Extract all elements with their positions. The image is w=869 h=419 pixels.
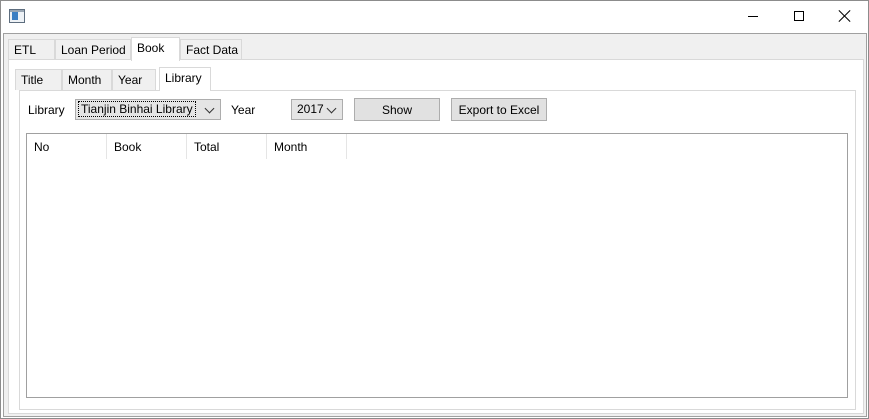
column-header-book[interactable]: Book — [107, 134, 187, 159]
tab-label: Title — [21, 73, 44, 87]
export-button-label: Export to Excel — [458, 102, 540, 117]
client-area: ETL Loan Period Book Fact Data Title Mon… — [3, 33, 867, 417]
column-header-no[interactable]: No — [27, 134, 107, 159]
tab-library[interactable]: Library — [159, 67, 211, 91]
year-select[interactable]: 2017 — [291, 99, 343, 120]
tab-label: Loan Period — [61, 43, 126, 57]
tab-label: Library — [165, 71, 202, 85]
column-header-total[interactable]: Total — [187, 134, 267, 159]
column-header-month[interactable]: Month — [267, 134, 347, 159]
library-select-value: Tianjin Binhai Library — [78, 101, 196, 117]
year-select-value: 2017 — [297, 102, 324, 116]
tab-fact-data[interactable]: Fact Data — [180, 39, 242, 60]
app-icon[interactable] — [9, 9, 25, 23]
chevron-down-icon — [204, 103, 216, 115]
close-button[interactable] — [822, 1, 868, 31]
tab-book[interactable]: Book — [131, 37, 180, 61]
library-label: Library — [28, 103, 65, 117]
column-header-label: Book — [114, 140, 142, 154]
column-header-label: Month — [274, 140, 308, 154]
column-header-label: No — [34, 140, 50, 154]
library-select[interactable]: Tianjin Binhai Library — [75, 99, 221, 120]
tab-label: Fact Data — [186, 43, 239, 57]
title-bar[interactable] — [1, 1, 868, 31]
minimize-button[interactable] — [730, 1, 776, 31]
export-to-excel-button[interactable]: Export to Excel — [451, 98, 547, 121]
tab-label: ETL — [14, 43, 37, 57]
minimize-icon — [748, 15, 758, 17]
main-window: ETL Loan Period Book Fact Data Title Mon… — [0, 0, 869, 419]
year-label: Year — [231, 103, 256, 117]
library-tab-panel: Library Tianjin Binhai Library Year 2017… — [19, 90, 856, 410]
maximize-icon — [794, 11, 804, 21]
results-grid[interactable]: No Book Total Month — [26, 133, 848, 398]
tab-label: Book — [137, 41, 165, 55]
tab-year[interactable]: Year — [112, 69, 156, 90]
tab-month[interactable]: Month — [62, 69, 112, 90]
column-header-label: Total — [194, 140, 220, 154]
book-tab-panel: Title Month Year Library Library Tianjin… — [8, 59, 864, 414]
tab-etl[interactable]: ETL — [8, 39, 55, 60]
tab-label: Month — [68, 73, 102, 87]
show-button[interactable]: Show — [354, 98, 440, 121]
chevron-down-icon — [326, 103, 338, 115]
show-button-label: Show — [381, 102, 413, 117]
tab-title[interactable]: Title — [15, 69, 62, 90]
close-icon — [839, 10, 851, 22]
maximize-button[interactable] — [776, 1, 822, 31]
tab-loan-period[interactable]: Loan Period — [55, 39, 131, 60]
tab-label: Year — [118, 73, 143, 87]
